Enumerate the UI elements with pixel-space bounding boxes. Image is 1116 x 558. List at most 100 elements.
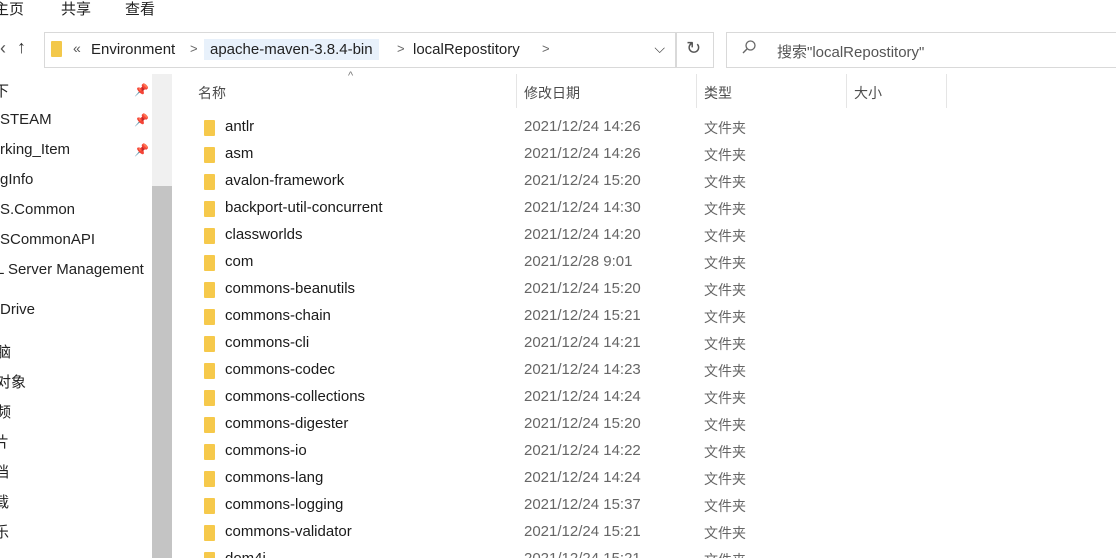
list-item[interactable]: commons-cli 2021/12/24 14:21 文件夹 — [172, 331, 1116, 358]
file-date: 2021/12/24 15:21 — [524, 523, 641, 540]
list-item[interactable]: asm 2021/12/24 14:26 文件夹 — [172, 142, 1116, 169]
file-name: com — [225, 253, 254, 270]
file-type: 文件夹 — [704, 282, 746, 298]
breadcrumb-environment[interactable]: Environment — [91, 41, 175, 58]
pin-icon[interactable]: 📌 — [134, 83, 149, 97]
column-divider[interactable] — [516, 74, 517, 108]
file-name: commons-lang — [225, 469, 324, 486]
column-divider[interactable] — [846, 74, 847, 108]
nav-item-this-pc[interactable]: 脑 — [0, 341, 11, 362]
list-item[interactable]: commons-chain 2021/12/24 15:21 文件夹 — [172, 304, 1116, 331]
folder-icon — [204, 525, 215, 541]
file-date: 2021/12/24 15:20 — [524, 280, 641, 297]
folder-icon — [204, 552, 215, 558]
column-name[interactable]: 名称 — [198, 83, 226, 103]
search-placeholder: 搜索"localRepostitory" — [777, 44, 925, 61]
file-date: 2021/12/24 14:22 — [524, 442, 641, 459]
address-bar[interactable]: « Environment > apache-maven-3.8.4-bin >… — [44, 32, 676, 68]
nav-item[interactable]: gInfo — [0, 171, 33, 188]
file-date: 2021/12/24 15:37 — [524, 496, 641, 513]
list-item[interactable]: backport-util-concurrent 2021/12/24 14:30… — [172, 196, 1116, 223]
list-item[interactable]: commons-logging 2021/12/24 15:37 文件夹 — [172, 493, 1116, 520]
list-item[interactable]: avalon-framework 2021/12/24 15:20 文件夹 — [172, 169, 1116, 196]
folder-icon — [204, 174, 215, 190]
list-item[interactable]: commons-collections 2021/12/24 14:24 文件夹 — [172, 385, 1116, 412]
navigation-pane: 下 📌 STEAM 📌 rking_Item 📌 gInfo S.Common … — [0, 74, 152, 558]
nav-item-documents[interactable]: 档 — [0, 461, 9, 482]
list-item[interactable]: commons-lang 2021/12/24 14:24 文件夹 — [172, 466, 1116, 493]
folder-icon — [204, 201, 215, 217]
file-date: 2021/12/24 15:20 — [524, 172, 641, 189]
breadcrumb-separator[interactable]: > — [397, 41, 405, 56]
folder-icon — [204, 309, 215, 325]
file-date: 2021/12/24 14:20 — [524, 226, 641, 243]
file-name: commons-codec — [225, 361, 336, 378]
file-type: 文件夹 — [704, 309, 746, 325]
file-type: 文件夹 — [704, 498, 746, 514]
sort-ascending-icon: ^ — [348, 70, 354, 82]
breadcrumb-overflow[interactable]: « — [73, 40, 81, 56]
nav-item-3d-objects[interactable]: 对象 — [0, 371, 26, 392]
column-divider[interactable] — [696, 74, 697, 108]
list-item[interactable]: commons-beanutils 2021/12/24 15:20 文件夹 — [172, 277, 1116, 304]
refresh-button[interactable]: ↻ — [676, 32, 714, 68]
nav-item[interactable]: STEAM — [0, 111, 52, 128]
nav-item-onedrive[interactable]: Drive — [0, 301, 35, 318]
list-item[interactable]: commons-digester 2021/12/24 15:20 文件夹 — [172, 412, 1116, 439]
file-type: 文件夹 — [704, 255, 746, 271]
file-type: 文件夹 — [704, 525, 746, 541]
nav-item[interactable]: L Server Management — [0, 261, 144, 278]
nav-scrollbar-thumb[interactable] — [152, 186, 172, 558]
nav-item-downloads[interactable]: 载 — [0, 491, 9, 512]
folder-icon — [204, 228, 215, 244]
list-item[interactable]: dom4j 2021/12/24 15:21 文件夹 — [172, 547, 1116, 558]
nav-item[interactable]: rking_Item — [0, 141, 70, 158]
breadcrumb-localrepo[interactable]: localRepostitory — [413, 41, 520, 58]
file-date: 2021/12/24 14:23 — [524, 361, 641, 378]
file-type: 文件夹 — [704, 417, 746, 433]
tab-home[interactable]: 主页 — [0, 0, 24, 19]
column-size[interactable]: 大小 — [854, 83, 882, 103]
file-type: 文件夹 — [704, 336, 746, 352]
folder-icon — [204, 444, 215, 460]
file-date: 2021/12/24 14:24 — [524, 388, 641, 405]
list-item[interactable]: commons-io 2021/12/24 14:22 文件夹 — [172, 439, 1116, 466]
chevron-down-icon[interactable]: ⌵ — [654, 40, 665, 57]
tab-share[interactable]: 共享 — [61, 0, 91, 19]
list-item[interactable]: commons-validator 2021/12/24 15:21 文件夹 — [172, 520, 1116, 547]
list-item[interactable]: commons-codec 2021/12/24 14:23 文件夹 — [172, 358, 1116, 385]
pin-icon[interactable]: 📌 — [134, 113, 149, 127]
search-icon — [742, 40, 756, 54]
breadcrumb-maven[interactable]: apache-maven-3.8.4-bin — [204, 39, 379, 60]
file-type: 文件夹 — [704, 363, 746, 379]
file-name: commons-collections — [225, 388, 366, 405]
breadcrumb-separator[interactable]: > — [190, 41, 198, 56]
file-name: commons-cli — [225, 334, 310, 351]
up-arrow-icon[interactable]: ↑ — [17, 37, 26, 58]
ribbon: 主页 共享 查看 — [0, 0, 1116, 20]
column-divider[interactable] — [946, 74, 947, 108]
file-type: 文件夹 — [704, 147, 746, 163]
back-arrow-icon[interactable]: ‹ — [0, 38, 6, 59]
list-item[interactable]: antlr 2021/12/24 14:26 文件夹 — [172, 115, 1116, 142]
folder-icon — [51, 41, 62, 57]
folder-icon — [204, 471, 215, 487]
search-input[interactable]: 搜索"localRepostitory" — [726, 32, 1116, 68]
column-date[interactable]: 修改日期 — [524, 83, 580, 103]
nav-item[interactable]: S.Common — [0, 201, 75, 218]
list-item[interactable]: com 2021/12/28 9:01 文件夹 — [172, 250, 1116, 277]
column-type[interactable]: 类型 — [704, 83, 732, 103]
list-item[interactable]: classworlds 2021/12/24 14:20 文件夹 — [172, 223, 1116, 250]
file-type: 文件夹 — [704, 120, 746, 136]
folder-icon — [204, 417, 215, 433]
nav-item-videos[interactable]: 频 — [0, 401, 11, 422]
nav-item[interactable]: SCommonAPI — [0, 231, 95, 248]
file-name: asm — [225, 145, 254, 162]
breadcrumb-separator[interactable]: > — [542, 41, 550, 56]
pin-icon[interactable]: 📌 — [134, 143, 149, 157]
nav-item[interactable]: 下 — [0, 80, 9, 101]
tab-view[interactable]: 查看 — [125, 0, 155, 19]
nav-item-pictures[interactable]: 片 — [0, 431, 9, 452]
nav-item-music[interactable]: 乐 — [0, 521, 9, 542]
file-date: 2021/12/24 14:24 — [524, 469, 641, 486]
